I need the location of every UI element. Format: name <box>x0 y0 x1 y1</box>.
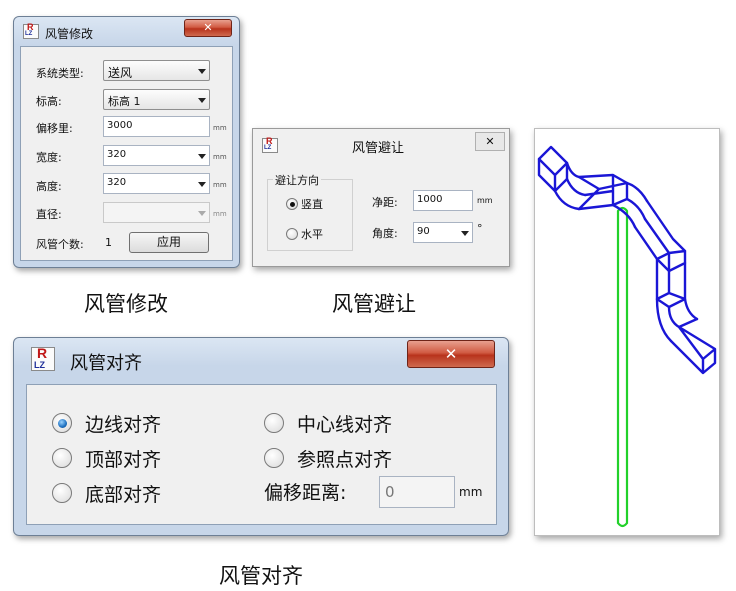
logo-r-text: R <box>37 345 48 361</box>
app-logo-icon: R LZ <box>23 22 39 39</box>
clearance-input[interactable]: 1000 <box>413 190 473 211</box>
system-type-label: 系统类型: <box>36 67 84 80</box>
duct-segment-3 <box>633 199 687 273</box>
clearance-label: 净距: <box>372 196 398 209</box>
offset-value: 3000 <box>107 120 133 131</box>
elevation-value: 标高 1 <box>108 95 141 108</box>
chevron-down-icon <box>198 69 206 74</box>
radio-top-align[interactable] <box>52 448 72 468</box>
radio-reference-align-label: 参照点对齐 <box>297 449 393 471</box>
logo-lz-text: LZ <box>264 145 272 151</box>
system-type-value: 送风 <box>108 66 133 80</box>
radio-vertical[interactable] <box>286 198 298 210</box>
offset-unit: mm <box>213 124 227 132</box>
dialog-body: 边线对齐 中心线对齐 顶部对齐 参照点对齐 底部对齐 偏移距离: 0 mm <box>26 384 497 525</box>
caption-align: 风管对齐 <box>219 564 303 588</box>
chevron-down-icon[interactable] <box>198 182 206 187</box>
offset-distance-unit: mm <box>459 485 483 499</box>
diameter-unit: mm <box>213 210 227 218</box>
close-button[interactable]: ✕ <box>184 19 232 37</box>
duct-drop <box>655 251 687 309</box>
width-value: 320 <box>107 149 127 160</box>
elevation-select[interactable]: 标高 1 <box>103 89 210 110</box>
offset-distance-value: 0 <box>385 483 395 501</box>
duct-3d-view[interactable] <box>534 128 720 536</box>
height-input[interactable]: 320 <box>103 173 210 194</box>
clearance-unit: mm <box>477 196 493 205</box>
angle-value: 90 <box>417 226 430 237</box>
width-label: 宽度: <box>36 151 62 164</box>
angle-label: 角度: <box>372 227 398 240</box>
chevron-down-icon <box>198 211 206 216</box>
radio-horizontal-label: 水平 <box>301 228 323 241</box>
system-type-select[interactable]: 送风 <box>103 60 210 81</box>
app-logo-icon: R LZ <box>262 136 278 153</box>
height-unit: mm <box>213 181 227 189</box>
dialog-title: 风管避让 <box>352 141 405 156</box>
duct-count-label: 风管个数: <box>36 238 84 251</box>
chevron-down-icon <box>198 98 206 103</box>
elevation-label: 标高: <box>36 95 62 108</box>
dialog-title: 风管对齐 <box>70 353 142 374</box>
radio-top-align-label: 顶部对齐 <box>85 449 162 471</box>
app-logo-icon: R LZ <box>31 345 55 371</box>
radio-horizontal[interactable] <box>286 228 298 240</box>
duct-end-left <box>537 145 569 177</box>
height-value: 320 <box>107 177 127 188</box>
angle-select[interactable]: 90 <box>413 222 473 243</box>
chevron-down-icon <box>461 231 469 236</box>
radio-bottom-align-label: 底部对齐 <box>85 484 162 506</box>
apply-button[interactable]: 应用 <box>129 232 209 253</box>
close-button[interactable]: ✕ <box>407 340 495 368</box>
duct-count-value: 1 <box>105 236 112 249</box>
radio-vertical-label: 竖直 <box>301 198 323 211</box>
radio-edge-align[interactable] <box>52 413 72 433</box>
duct-avoid-dialog: R LZ 风管避让 ✕ 避让方向 竖直 水平 净距: 1000 mm 角度: 9… <box>252 128 510 267</box>
caption-avoid: 风管避让 <box>332 292 416 316</box>
pipe-riser <box>616 206 629 528</box>
diameter-label: 直径: <box>36 208 62 221</box>
radio-center-align[interactable] <box>264 413 284 433</box>
duct-align-dialog: R LZ 风管对齐 ✕ 边线对齐 中心线对齐 顶部对齐 参照点对齐 底部对齐 偏… <box>13 337 509 536</box>
offset-input[interactable]: 3000 <box>103 116 210 137</box>
duct-modify-dialog: R LZ 风管修改 ✕ 系统类型: 送风 标高: 标高 1 偏移里: 3000 … <box>13 16 240 268</box>
duct-segment-2 <box>577 173 629 211</box>
caption-modify: 风管修改 <box>84 292 168 316</box>
diameter-input <box>103 202 210 223</box>
offset-distance-input[interactable]: 0 <box>379 476 455 508</box>
width-input[interactable]: 320 <box>103 145 210 166</box>
chevron-down-icon[interactable] <box>198 154 206 159</box>
offset-distance-label: 偏移距离: <box>264 482 347 504</box>
width-unit: mm <box>213 153 227 161</box>
radio-bottom-align[interactable] <box>52 483 72 503</box>
logo-lz-text: LZ <box>34 360 45 370</box>
angle-unit: ° <box>477 222 483 235</box>
radio-reference-align[interactable] <box>264 448 284 468</box>
clearance-value: 1000 <box>417 194 443 205</box>
radio-center-align-label: 中心线对齐 <box>297 414 393 436</box>
dialog-title: 风管修改 <box>45 27 94 41</box>
radio-edge-align-label: 边线对齐 <box>85 414 162 436</box>
avoid-direction-label: 避让方向 <box>273 172 321 188</box>
dialog-body: 系统类型: 送风 标高: 标高 1 偏移里: 3000 mm 宽度: 320 m… <box>20 46 233 261</box>
offset-label: 偏移里: <box>36 122 73 135</box>
close-button[interactable]: ✕ <box>475 132 505 151</box>
height-label: 高度: <box>36 180 62 193</box>
logo-lz-text: LZ <box>25 31 33 37</box>
duct-3d-drawing <box>537 145 717 528</box>
